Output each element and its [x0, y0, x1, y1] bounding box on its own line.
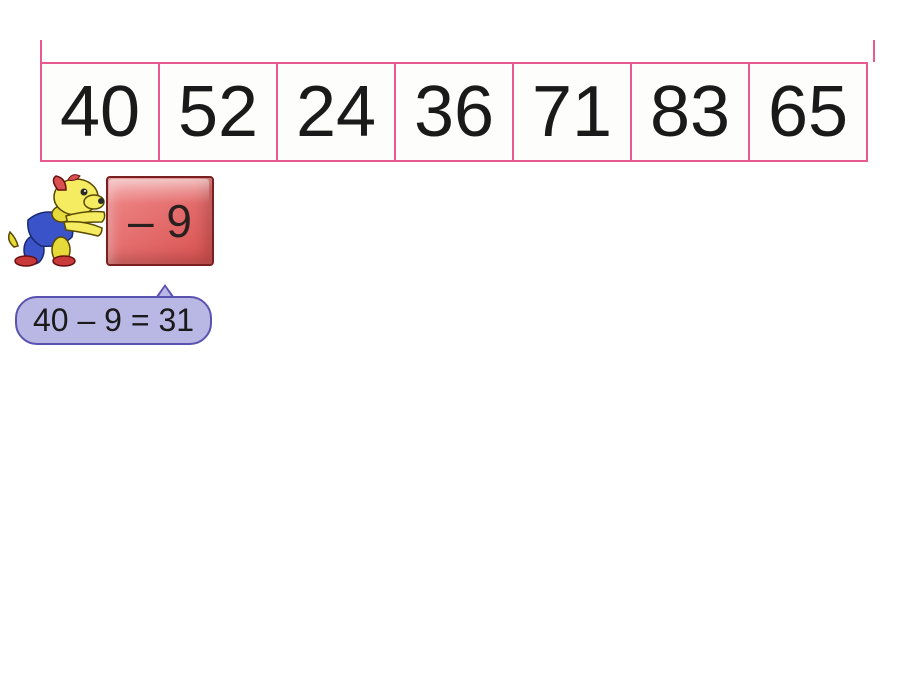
- number-cell-3: 36: [394, 62, 514, 162]
- operator-cube: – 9: [106, 176, 214, 266]
- equation-text: 40 – 9 = 31: [33, 302, 194, 338]
- number-cell-4: 71: [512, 62, 632, 162]
- character-area: – 9: [6, 172, 231, 272]
- number-cell-0: 40: [40, 62, 160, 162]
- number-cell-5: 83: [630, 62, 750, 162]
- number-cell-6: 65: [748, 62, 868, 162]
- operator-label: – 9: [128, 194, 192, 248]
- dog-icon: [6, 172, 111, 267]
- number-cell-1: 52: [158, 62, 278, 162]
- number-row: 40 52 24 36 71 83 65: [40, 62, 868, 162]
- equation-bubble: 40 – 9 = 31: [15, 296, 212, 345]
- row-top-border: [40, 40, 875, 62]
- number-cell-2: 24: [276, 62, 396, 162]
